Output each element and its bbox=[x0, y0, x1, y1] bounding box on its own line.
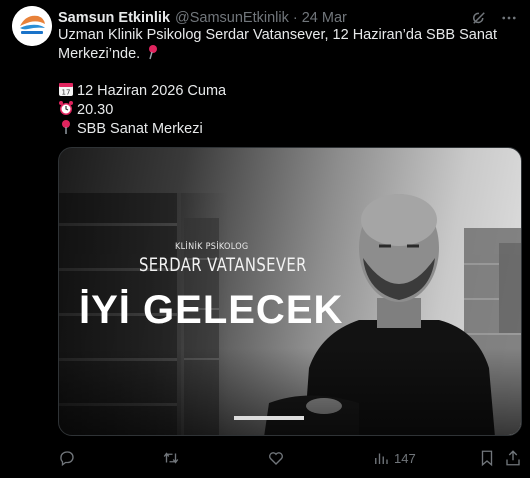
calendar-icon: 17 bbox=[59, 83, 73, 97]
like-button[interactable] bbox=[267, 448, 285, 468]
views-button[interactable]: 147 bbox=[372, 448, 416, 468]
more-icon[interactable] bbox=[500, 9, 518, 27]
views-icon bbox=[375, 453, 388, 464]
tweet-media-image[interactable]: KLİNİK PSİKOLOG SERDAR VATANSEVER İYİ GE… bbox=[58, 147, 522, 436]
like-icon bbox=[269, 452, 283, 465]
text-line-1: Uzman Klinik Psikolog Serdar Vatansever,… bbox=[58, 27, 497, 43]
bookmark-icon bbox=[481, 450, 493, 467]
user-handle[interactable]: @SamsunEtkinlik bbox=[175, 10, 289, 26]
reply-button[interactable] bbox=[58, 448, 76, 468]
tweet-header: Samsun Etkinlik @SamsunEtkinlik · 24 Mar bbox=[58, 8, 518, 28]
detail-date: 12 Haziran 2026 Cuma bbox=[77, 83, 227, 99]
detail-place: SBB Sanat Merkezi bbox=[77, 121, 203, 137]
text-line-2: Merkezi’nde. bbox=[58, 44, 498, 63]
pushpin-icon bbox=[149, 45, 158, 60]
avatar[interactable] bbox=[12, 6, 52, 46]
tweet-text: Uzman Klinik Psikolog Serdar Vatansever,… bbox=[58, 26, 498, 138]
separator-dot: · bbox=[292, 10, 298, 26]
pushpin-icon bbox=[62, 120, 70, 134]
poster-title: İYİ GELECEK bbox=[79, 288, 344, 332]
display-name[interactable]: Samsun Etkinlik bbox=[58, 10, 170, 26]
detail-date-line: 17 12 Haziran 2026 Cuma bbox=[58, 81, 498, 100]
retweet-icon bbox=[163, 452, 179, 464]
detail-place-line: SBB Sanat Merkezi bbox=[58, 119, 498, 138]
tweet[interactable]: Samsun Etkinlik @SamsunEtkinlik · 24 Mar… bbox=[0, 0, 530, 478]
share-icon bbox=[506, 450, 520, 466]
grok-icon[interactable] bbox=[470, 9, 488, 27]
poster-name: SERDAR VATANSEVER bbox=[139, 254, 307, 276]
tweet-date[interactable]: 24 Mar bbox=[302, 10, 347, 26]
detail-time: 20.30 bbox=[77, 102, 114, 118]
retweet-button[interactable] bbox=[162, 448, 180, 468]
views-count: 147 bbox=[394, 450, 416, 466]
samsun-etkinlik-logo bbox=[12, 6, 52, 46]
alarm-clock-icon bbox=[59, 101, 73, 115]
poster-subtitle: KLİNİK PSİKOLOG bbox=[175, 242, 249, 252]
bookmark-button[interactable] bbox=[478, 448, 496, 468]
reply-icon bbox=[60, 451, 74, 467]
share-button[interactable] bbox=[504, 448, 522, 468]
tweet-actions: 147 bbox=[58, 448, 522, 468]
detail-time-line: 20.30 bbox=[58, 100, 498, 119]
text-line-2-content: Merkezi’nde. bbox=[58, 46, 141, 62]
svg-text:17: 17 bbox=[62, 89, 71, 97]
